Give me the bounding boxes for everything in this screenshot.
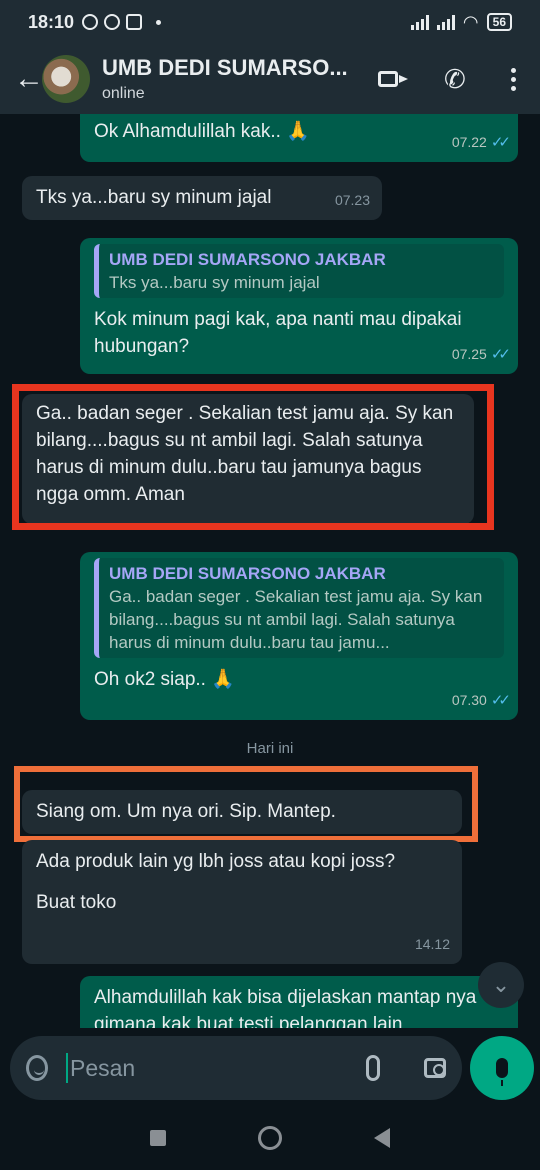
quoted-sender: UMB DEDI SUMARSONO JAKBAR <box>109 250 386 269</box>
facebook-notification-icon <box>104 14 121 30</box>
video-call-icon[interactable] <box>378 65 408 93</box>
more-notifications-icon <box>156 19 162 25</box>
message-time: 07.22 <box>451 134 487 150</box>
recents-icon[interactable] <box>150 1130 166 1146</box>
read-ticks-icon: ✓✓ <box>490 134 511 151</box>
emoji-icon[interactable] <box>26 1055 48 1081</box>
paperclip-icon[interactable] <box>366 1055 380 1081</box>
message-time: 07.23 <box>334 192 370 208</box>
mic-button[interactable] <box>470 1036 534 1100</box>
message-bubble[interactable]: Tks ya...baru sy minum jajal 07.23 <box>22 176 382 220</box>
nav-back-icon[interactable] <box>374 1128 390 1148</box>
wifi-icon: ◠ <box>462 11 479 32</box>
highlight-box-orange <box>14 766 478 842</box>
home-icon[interactable] <box>258 1126 282 1150</box>
chat-header: ← UMB DEDI SUMARSO... online ✆ <box>0 44 540 114</box>
highlight-box-red <box>12 384 494 530</box>
message-bubble[interactable]: UMB DEDI SUMARSONO JAKBAR Ga.. badan seg… <box>80 552 518 720</box>
message-composer <box>10 1036 462 1100</box>
message-time: 07.30 <box>451 692 487 708</box>
battery-icon: 56 <box>486 13 512 31</box>
message-text: Ok Alhamdulillah kak.. 🙏 <box>94 121 310 142</box>
read-ticks-icon: ✓✓ <box>490 692 511 709</box>
chat-area[interactable]: Ok Alhamdulillah kak.. 🙏 07.22 ✓✓ Tks ya.… <box>0 114 540 1028</box>
message-text: Tks ya...baru sy minum jajal <box>36 187 272 208</box>
message-bubble[interactable]: Ada produk lain yg lbh joss atau kopi jo… <box>22 840 462 964</box>
contact-info[interactable]: UMB DEDI SUMARSO... online <box>102 55 378 103</box>
shop-notification-icon <box>126 14 143 30</box>
quoted-text: Tks ya...baru sy minum jajal <box>109 273 320 292</box>
message-input[interactable] <box>66 1053 366 1083</box>
read-ticks-icon: ✓✓ <box>490 346 511 363</box>
status-time: 18:10 <box>28 11 75 32</box>
message-bubble[interactable]: UMB DEDI SUMARSONO JAKBAR Tks ya...baru … <box>80 238 518 374</box>
more-vert-icon[interactable] <box>510 67 516 91</box>
message-bubble[interactable]: Alhamdulillah kak bisa dijelaskan mantap… <box>80 976 518 1028</box>
quoted-sender: UMB DEDI SUMARSONO JAKBAR <box>109 564 386 583</box>
contact-status: online <box>102 85 145 102</box>
quoted-message[interactable]: UMB DEDI SUMARSONO JAKBAR Tks ya...baru … <box>94 244 504 298</box>
phone-icon[interactable]: ✆ <box>444 65 472 93</box>
scroll-to-bottom-button[interactable]: ⌄ <box>478 962 524 1008</box>
message-text: Oh ok2 siap.. 🙏 <box>94 669 235 690</box>
contact-avatar[interactable] <box>42 55 90 103</box>
quoted-message[interactable]: UMB DEDI SUMARSONO JAKBAR Ga.. badan seg… <box>94 558 504 658</box>
mic-icon <box>496 1058 508 1086</box>
contact-name: UMB DEDI SUMARSO... <box>102 55 348 80</box>
message-time: 14.12 <box>414 936 450 952</box>
status-bar: 18:10 ◠ 56 <box>0 0 540 44</box>
signal-icon <box>410 14 429 30</box>
message-bubble[interactable]: Ok Alhamdulillah kak.. 🙏 07.22 ✓✓ <box>80 114 518 162</box>
system-nav-bar <box>0 1106 540 1170</box>
camera-icon[interactable] <box>424 1058 446 1078</box>
message-text: Ada produk lain yg lbh joss atau kopi jo… <box>36 851 396 872</box>
signal-icon-2 <box>436 14 455 30</box>
whatsapp-notification-icon <box>82 14 99 30</box>
quoted-text: Ga.. badan seger . Sekalian test jamu aj… <box>109 587 483 652</box>
message-text: Alhamdulillah kak bisa dijelaskan mantap… <box>94 987 477 1028</box>
message-text: Kok minum pagi kak, apa nanti mau dipaka… <box>94 309 462 357</box>
back-arrow-icon[interactable]: ← <box>14 62 44 96</box>
date-divider: Hari ini <box>246 740 294 757</box>
message-time: 07.25 <box>451 346 487 362</box>
message-text-2: Buat toko <box>36 892 117 913</box>
